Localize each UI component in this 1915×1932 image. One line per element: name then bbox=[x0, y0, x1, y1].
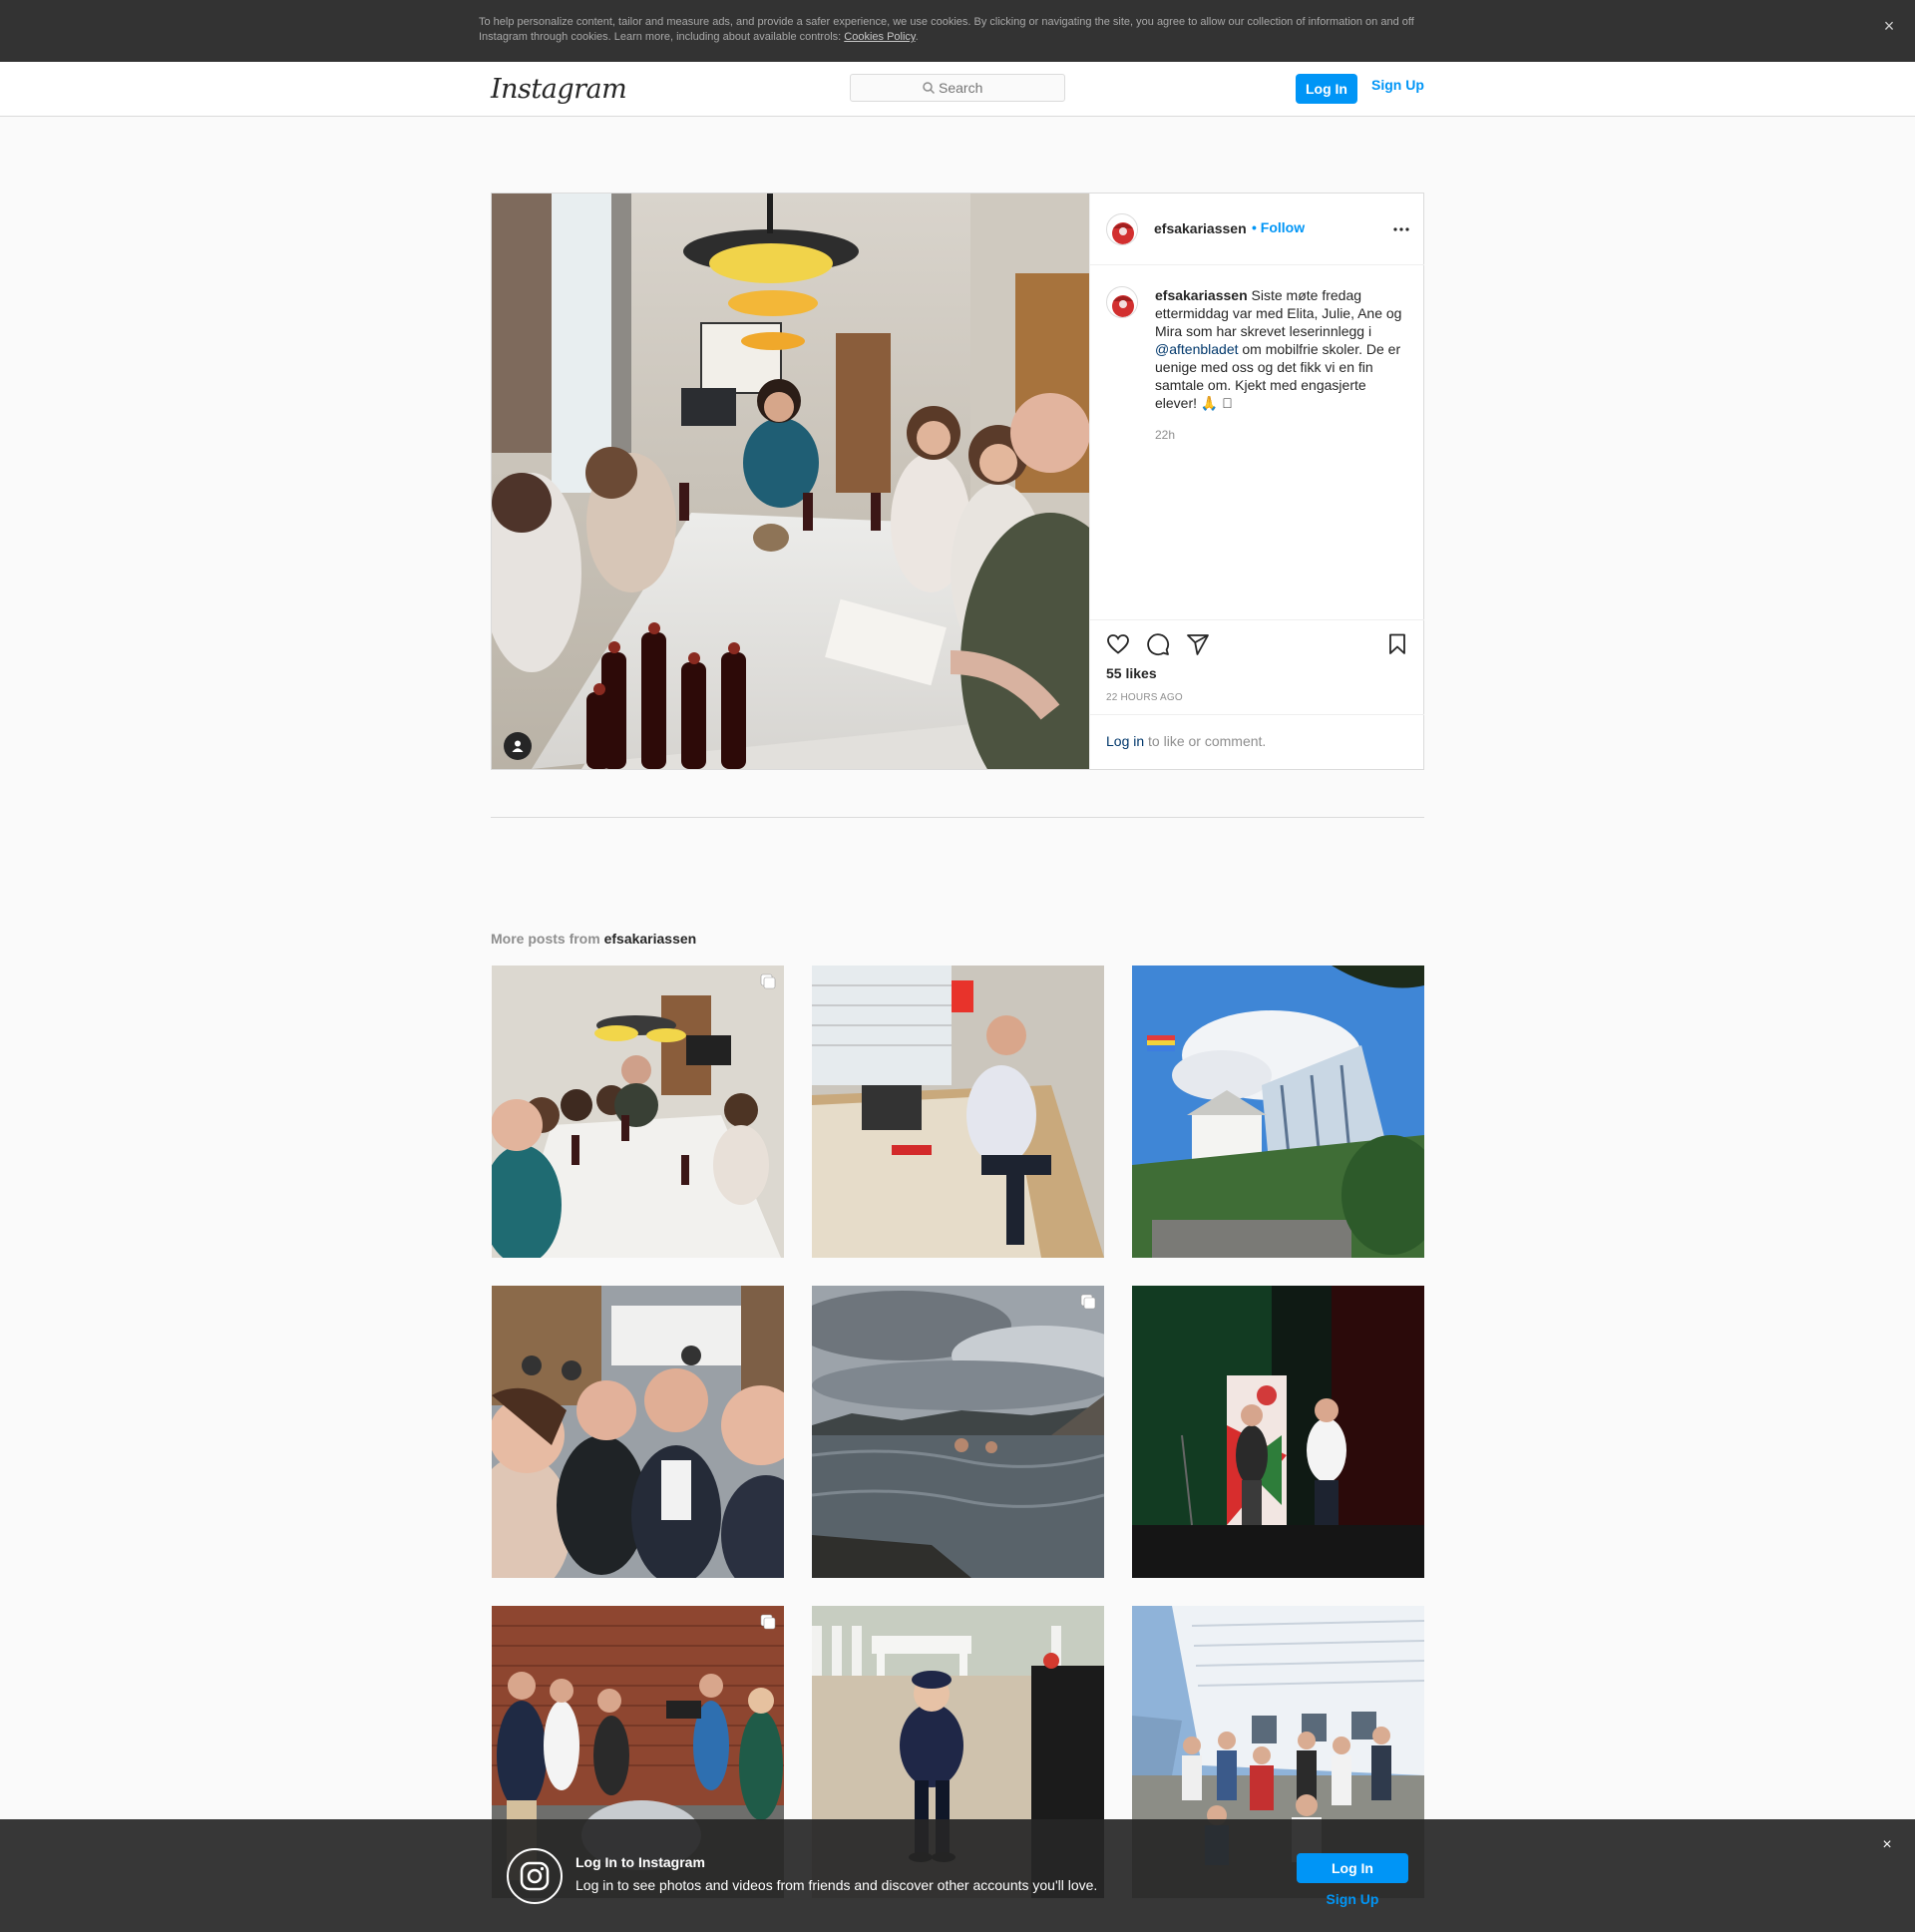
cookies-policy-link[interactable]: Cookies Policy bbox=[844, 31, 915, 43]
user-icon bbox=[512, 740, 524, 752]
grid-post-4[interactable] bbox=[492, 1286, 784, 1578]
grid-post-6[interactable] bbox=[1132, 1286, 1424, 1578]
close-icon[interactable]: × bbox=[1875, 1833, 1899, 1857]
banner-subtitle: Log in to see photos and videos from fri… bbox=[575, 1877, 1098, 1893]
bookmark-icon[interactable] bbox=[1385, 632, 1409, 656]
caption-time: 22h bbox=[1155, 428, 1176, 442]
multiple-photos-icon bbox=[760, 973, 776, 989]
comment-icon[interactable] bbox=[1146, 632, 1170, 656]
post-photo-image bbox=[492, 193, 1089, 769]
post-photo[interactable] bbox=[492, 193, 1089, 769]
signup-link[interactable]: Sign Up bbox=[1371, 74, 1424, 104]
search-input[interactable] bbox=[851, 75, 1064, 101]
avatar-image bbox=[1108, 288, 1137, 317]
post-actions: 55 likes 22 HOURS AGO bbox=[1090, 619, 1424, 714]
search-icon bbox=[923, 82, 936, 95]
caption-mention[interactable]: @aftenbladet bbox=[1155, 341, 1239, 357]
multiple-photos-icon bbox=[760, 1614, 776, 1630]
likes-count[interactable]: 55 likes bbox=[1106, 665, 1157, 681]
banner-login-button[interactable]: Log In bbox=[1297, 1853, 1408, 1883]
follow-button[interactable]: • Follow bbox=[1252, 219, 1305, 235]
close-icon[interactable]: × bbox=[1877, 14, 1901, 38]
more-options-icon[interactable] bbox=[1389, 217, 1413, 241]
search-box[interactable] bbox=[850, 74, 1065, 102]
comment-login-row: Log in to like or comment. bbox=[1090, 714, 1424, 769]
login-button[interactable]: Log In bbox=[1296, 74, 1357, 104]
grid-post-image bbox=[1132, 1286, 1424, 1578]
post-timestamp: 22 HOURS AGO bbox=[1106, 692, 1183, 703]
cookie-banner: To help personalize content, tailor and … bbox=[0, 0, 1915, 62]
multiple-photos-icon bbox=[1080, 1294, 1096, 1310]
avatar[interactable] bbox=[1106, 213, 1138, 245]
post-caption: efsakariassen Siste møte fredag ettermid… bbox=[1155, 286, 1410, 412]
banner-signup-link[interactable]: Sign Up bbox=[1297, 1891, 1408, 1907]
top-navigation: Instagram Log In Sign Up bbox=[0, 62, 1915, 117]
camera-icon bbox=[520, 1861, 550, 1891]
comment-prompt: Log in to like or comment. bbox=[1106, 733, 1266, 749]
grid-post-1[interactable] bbox=[492, 966, 784, 1258]
comment-login-link[interactable]: Log in bbox=[1106, 733, 1144, 749]
heart-icon[interactable] bbox=[1106, 632, 1130, 656]
grid-post-3[interactable] bbox=[1132, 966, 1424, 1258]
caption-username[interactable]: efsakariassen bbox=[1155, 287, 1248, 303]
more-posts-title: More posts from efsakariassen bbox=[491, 931, 696, 947]
more-posts-prefix: More posts from bbox=[491, 931, 604, 947]
cookie-banner-message: To help personalize content, tailor and … bbox=[479, 16, 1414, 43]
banner-title: Log In to Instagram bbox=[575, 1854, 705, 1870]
post-sidebar: efsakariassen • Follow efsakariassen Sis… bbox=[1089, 193, 1424, 769]
grid-post-image bbox=[492, 1286, 784, 1578]
post-header: efsakariassen • Follow bbox=[1090, 193, 1424, 265]
cookie-period: . bbox=[915, 31, 919, 43]
more-posts-username[interactable]: efsakariassen bbox=[604, 931, 697, 947]
grid-post-image bbox=[1132, 966, 1424, 1258]
tagged-users-badge[interactable] bbox=[504, 732, 532, 760]
instagram-logo-icon bbox=[507, 1848, 563, 1904]
share-icon[interactable] bbox=[1186, 632, 1210, 656]
post-username[interactable]: efsakariassen bbox=[1154, 220, 1247, 236]
grid-post-image bbox=[812, 1286, 1104, 1578]
grid-post-2[interactable] bbox=[812, 966, 1104, 1258]
grid-post-5[interactable] bbox=[812, 1286, 1104, 1578]
avatar-image bbox=[1108, 215, 1137, 244]
grid-post-image bbox=[492, 966, 784, 1258]
section-divider bbox=[491, 817, 1424, 818]
caption-avatar[interactable] bbox=[1106, 286, 1138, 318]
instagram-logo[interactable]: Instagram bbox=[491, 72, 627, 108]
post-card: efsakariassen • Follow efsakariassen Sis… bbox=[491, 193, 1424, 770]
comment-suffix: to like or comment. bbox=[1144, 733, 1267, 749]
cookie-banner-text: To help personalize content, tailor and … bbox=[479, 15, 1436, 45]
login-banner: Log In to Instagram Log in to see photos… bbox=[0, 1819, 1915, 1932]
grid-post-image bbox=[812, 966, 1104, 1258]
